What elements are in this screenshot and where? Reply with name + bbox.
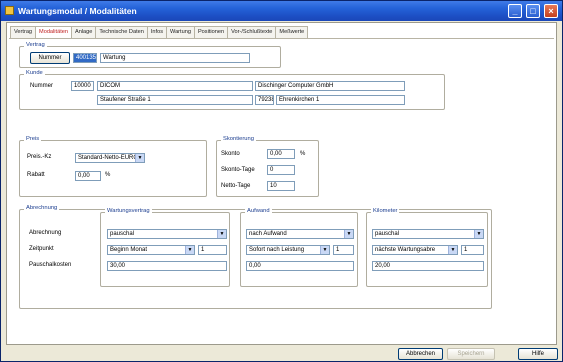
- skontotage-field[interactable]: 0: [267, 165, 295, 175]
- skonto-field[interactable]: 0,00: [267, 149, 295, 159]
- tab-positionen[interactable]: Positionen: [193, 26, 229, 38]
- abrechnung-group: Abrechnung Abrechnung Zeitpunkt Pauschal…: [19, 205, 492, 309]
- aufwand-abrechnung-value: nach Aufwand: [249, 231, 287, 237]
- title-bar[interactable]: Wartungsmodul / Modalitäten _ □ ×: [1, 1, 562, 21]
- wartung-zeitpunkt-number[interactable]: 1: [198, 245, 227, 255]
- row-label-pauschalkosten: Pauschalkosten: [29, 262, 72, 268]
- maximize-button[interactable]: □: [526, 4, 540, 18]
- kilometer-abrechnung-value: pauschal: [375, 231, 400, 237]
- wartung-zeitpunkt-value: Beginn Monat: [110, 247, 148, 253]
- row-label-abrechnung: Abrechnung: [29, 230, 62, 236]
- wartung-zeitpunkt-select[interactable]: Beginn Monat ▼: [107, 245, 195, 255]
- vertrag-name-field[interactable]: Wartung: [100, 53, 250, 63]
- skonto-unit: %: [300, 151, 306, 157]
- aufwand-zeitpunkt-value: Sofort nach Leistung: [249, 247, 305, 253]
- tab-anlage[interactable]: Anlage: [70, 26, 97, 38]
- rabatt-label: Rabatt: [27, 172, 45, 178]
- tab-technische-daten[interactable]: Technische Daten: [95, 26, 148, 38]
- vertrag-group: Vertrag Nummer 400135 Wartung: [19, 42, 281, 68]
- tab-wartung[interactable]: Wartung: [166, 26, 195, 38]
- minimize-button[interactable]: _: [508, 4, 522, 18]
- row-label-zeitpunkt: Zeitpunkt: [29, 246, 54, 252]
- tab-messwerte[interactable]: Meßwerte: [275, 26, 309, 38]
- tab-vertrag[interactable]: Vertrag: [10, 26, 37, 38]
- kunde-group: Kunde Nummer 10000 DICOM Dischinger Comp…: [19, 70, 445, 110]
- aufwand-zeitpunkt-select[interactable]: Sofort nach Leistung ▼: [246, 245, 330, 255]
- kilometer-legend: Kilometer: [371, 208, 400, 214]
- kilometer-subgroup: Kilometer pauschal ▼ nächste Wartungsabr…: [366, 208, 488, 287]
- vertrag-nummer-field[interactable]: 400135: [73, 53, 97, 63]
- wartung-kosten-field[interactable]: 30,00: [107, 261, 227, 271]
- kunde-nummer-label: Nummer: [30, 83, 54, 89]
- preis-kz-label: Preis.-Kz: [27, 154, 52, 160]
- speichern-button[interactable]: Speichern: [447, 348, 495, 360]
- kilometer-kosten-field[interactable]: 20,00: [372, 261, 484, 271]
- kilometer-zeitpunkt-value: nächste Wartungsabre: [375, 247, 436, 253]
- wartungsvertrag-legend: Wartungsvertrag: [105, 208, 152, 214]
- aufwand-subgroup: Aufwand nach Aufwand ▼ Sofort nach Leist…: [240, 208, 358, 287]
- preis-kz-value: Standard-Netto-EURO: [78, 155, 139, 161]
- chevron-down-icon[interactable]: ▼: [185, 246, 194, 254]
- aufwand-legend: Aufwand: [245, 208, 272, 214]
- tab-infos[interactable]: Infos: [146, 26, 167, 38]
- kilometer-abrechnung-select[interactable]: pauschal ▼: [372, 229, 484, 239]
- main-panel: Vertrag Modalitäten Anlage Technische Da…: [6, 22, 557, 345]
- close-button[interactable]: ×: [544, 4, 558, 18]
- tab-strip: Vertrag Modalitäten Anlage Technische Da…: [10, 26, 309, 39]
- wartung-abrechnung-value: pauschal: [110, 231, 135, 237]
- kunde-kurzname-field[interactable]: DICOM: [97, 81, 253, 91]
- tab-content: Vertrag Nummer 400135 Wartung Kunde Numm…: [9, 38, 554, 343]
- skonto-legend: Skontierung: [221, 136, 256, 142]
- wartung-abrechnung-select[interactable]: pauschal ▼: [107, 229, 227, 239]
- window-title: Wartungsmodul / Modalitäten: [18, 6, 137, 16]
- wartungsvertrag-subgroup: Wartungsvertrag pauschal ▼ Beginn Monat …: [100, 208, 230, 287]
- kunde-plz-field[interactable]: 79238: [255, 95, 274, 105]
- application-window: Wartungsmodul / Modalitäten _ □ × Vertra…: [0, 0, 563, 362]
- aufwand-abrechnung-select[interactable]: nach Aufwand ▼: [246, 229, 354, 239]
- kunde-strasse-field[interactable]: Staufener Straße 1: [97, 95, 253, 105]
- vertrag-legend: Vertrag: [24, 42, 47, 48]
- chevron-down-icon[interactable]: ▼: [217, 230, 226, 238]
- abrechnung-legend: Abrechnung: [24, 205, 60, 211]
- tab-vor-schlusstexte[interactable]: Vor-/Schlußtexte: [227, 26, 277, 38]
- chevron-down-icon[interactable]: ▼: [135, 154, 144, 162]
- chevron-down-icon[interactable]: ▼: [474, 230, 483, 238]
- rabatt-field[interactable]: 0,00: [75, 171, 101, 181]
- nummer-button[interactable]: Nummer: [30, 52, 70, 64]
- preis-group: Preis Preis.-Kz Standard-Netto-EURO ▼ Ra…: [19, 136, 207, 197]
- aufwand-kosten-field[interactable]: 0,00: [246, 261, 354, 271]
- nettotage-label: Netto-Tage: [221, 183, 251, 189]
- app-icon: [5, 6, 14, 15]
- kunde-firma-field[interactable]: Dischinger Computer GmbH: [255, 81, 405, 91]
- abbrechen-button[interactable]: Abbrechen: [398, 348, 443, 360]
- kunde-ort-field[interactable]: Ehrenkirchen 1: [276, 95, 405, 105]
- kunde-legend: Kunde: [24, 70, 45, 76]
- aufwand-zeitpunkt-number[interactable]: 1: [333, 245, 354, 255]
- skontotage-label: Skonto-Tage: [221, 167, 255, 173]
- preis-kz-select[interactable]: Standard-Netto-EURO ▼: [75, 153, 145, 163]
- chevron-down-icon[interactable]: ▼: [320, 246, 329, 254]
- kilometer-zeitpunkt-select[interactable]: nächste Wartungsabre ▼: [372, 245, 458, 255]
- kunde-nummer-field[interactable]: 10000: [71, 81, 94, 91]
- chevron-down-icon[interactable]: ▼: [344, 230, 353, 238]
- nettotage-field[interactable]: 10: [267, 181, 295, 191]
- skonto-group: Skontierung Skonto 0,00 % Skonto-Tage 0 …: [216, 136, 319, 197]
- hilfe-button[interactable]: Hilfe: [518, 348, 558, 360]
- kilometer-zeitpunkt-number[interactable]: 1: [461, 245, 484, 255]
- preis-legend: Preis: [24, 136, 42, 142]
- rabatt-unit: %: [105, 172, 111, 178]
- skonto-label: Skonto: [221, 151, 240, 157]
- chevron-down-icon[interactable]: ▼: [448, 246, 457, 254]
